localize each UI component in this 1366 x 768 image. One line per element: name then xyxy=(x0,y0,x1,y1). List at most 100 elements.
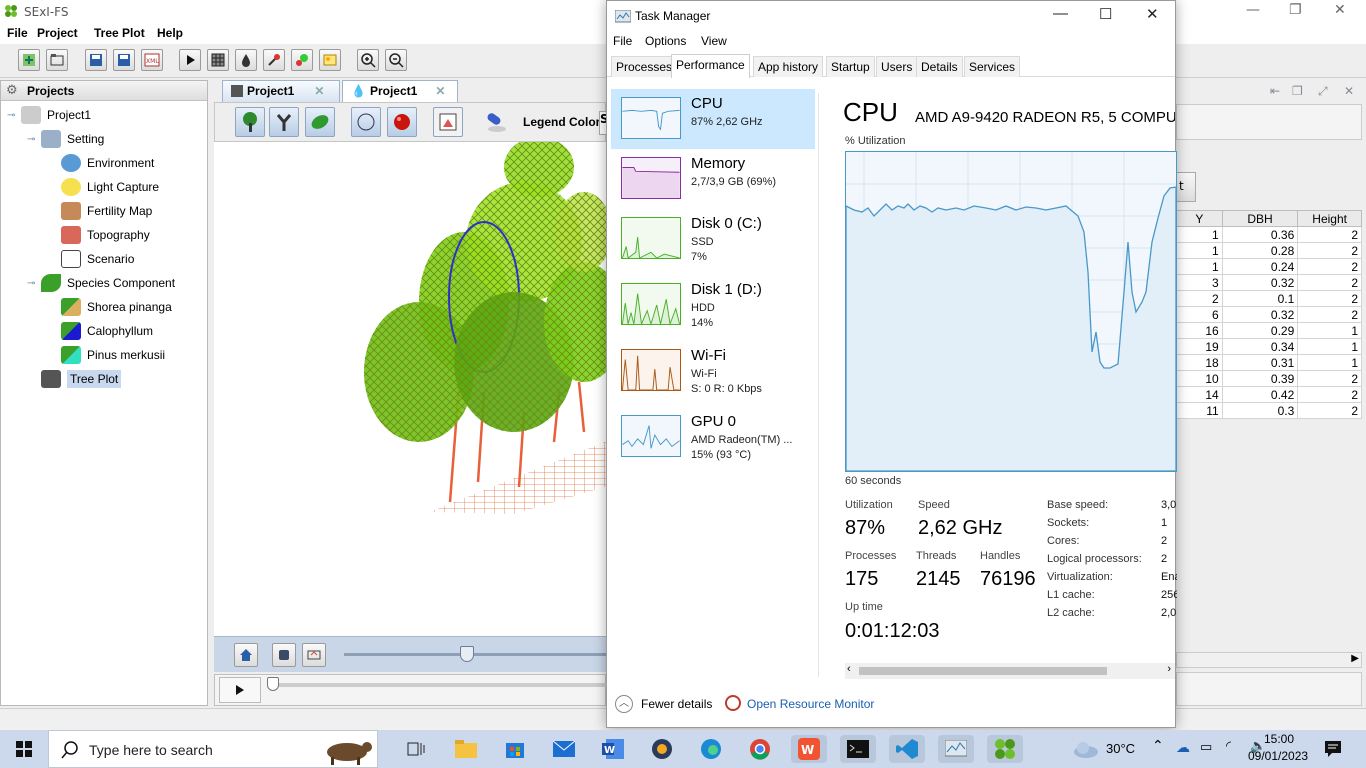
col-header-height[interactable]: Height xyxy=(1297,210,1362,227)
tree-item-light-capture[interactable]: Light Capture xyxy=(7,175,203,199)
leaf-view-icon[interactable] xyxy=(305,107,335,137)
tree-item-species-component[interactable]: ⊸ Species Component xyxy=(7,271,203,295)
paint-tool-icon[interactable] xyxy=(263,49,285,71)
tree-item-scenario[interactable]: Scenario xyxy=(7,247,203,271)
timeline-track[interactable] xyxy=(273,683,607,687)
col-header-dbh[interactable]: DBH xyxy=(1221,210,1299,227)
menu-project[interactable]: Project xyxy=(37,26,78,40)
zoom-in-icon[interactable] xyxy=(357,49,379,71)
tab-users[interactable]: Users xyxy=(876,56,918,77)
tm-menu-view[interactable]: View xyxy=(701,34,727,48)
menu-tree-plot[interactable]: Tree Plot xyxy=(94,26,145,40)
tree-item-topography[interactable]: Topography xyxy=(7,223,203,247)
onedrive-icon[interactable]: ☁ xyxy=(1176,740,1190,756)
branch-view-icon[interactable] xyxy=(269,107,299,137)
table-row[interactable]: 1 0.24 2 xyxy=(1176,258,1362,275)
tree-item-environment[interactable]: Environment xyxy=(7,151,203,175)
timeline-thumb[interactable] xyxy=(267,677,279,691)
chrome-icon[interactable] xyxy=(742,735,778,763)
tab-close-icon[interactable]: ✕ xyxy=(314,84,324,98)
tab-project1-grid[interactable]: Project1 ✕ xyxy=(222,80,340,102)
table-row[interactable]: 1 0.28 2 xyxy=(1176,242,1362,259)
taskbar-search[interactable]: Type here to search xyxy=(48,730,378,768)
grid-icon[interactable] xyxy=(207,49,229,71)
word-icon[interactable]: W xyxy=(595,735,631,763)
right-action-button[interactable]: t xyxy=(1176,172,1196,202)
tree-expander-icon[interactable]: ⊸ xyxy=(27,278,41,289)
tree-item-project[interactable]: ⊸ Project1 xyxy=(7,103,203,127)
tab-performance[interactable]: Performance xyxy=(671,54,750,78)
tab-processes[interactable]: Processes xyxy=(611,56,678,77)
clock-time[interactable]: 15:00 xyxy=(1264,732,1294,746)
perf-item-memory[interactable]: Memory 2,7/3,9 GB (69%) xyxy=(611,149,815,209)
scroll-thumb[interactable] xyxy=(859,667,1107,675)
tree-item-calophyllum[interactable]: Calophyllum xyxy=(7,319,203,343)
perf-item-disk1[interactable]: Disk 1 (D:) HDD 14% xyxy=(611,275,815,335)
zoom-slider-thumb[interactable] xyxy=(460,646,475,662)
panel-maximize-icon[interactable]: ⤢ xyxy=(1318,84,1328,99)
sexi-fs-taskbar-icon[interactable] xyxy=(987,735,1023,763)
terminal-icon[interactable] xyxy=(840,735,876,763)
file-explorer-icon[interactable] xyxy=(448,735,484,763)
3d-tree-view[interactable] xyxy=(214,142,606,636)
capsule-icon[interactable] xyxy=(481,111,509,135)
tm-menu-file[interactable]: File xyxy=(613,34,632,48)
home-icon[interactable] xyxy=(234,643,258,667)
notifications-icon[interactable] xyxy=(1324,740,1342,758)
start-button[interactable] xyxy=(0,730,48,768)
solid-sphere-icon[interactable] xyxy=(387,107,417,137)
table-row[interactable]: 19 0.34 1 xyxy=(1176,338,1362,355)
tree-expander-icon[interactable]: ⊸ xyxy=(27,134,41,145)
tab-app-history[interactable]: App history xyxy=(753,56,824,77)
table-row[interactable]: 1 0.36 2 xyxy=(1176,226,1362,243)
table-row[interactable]: 3 0.32 2 xyxy=(1176,274,1362,291)
mail-icon[interactable] xyxy=(546,735,582,763)
water-drop-icon[interactable] xyxy=(235,49,257,71)
export-xml-icon[interactable]: XML xyxy=(141,49,163,71)
tree-item-tree-plot[interactable]: Tree Plot xyxy=(7,367,203,391)
perf-item-wifi[interactable]: Wi-Fi Wi-Fi S: 0 R: 0 Kbps xyxy=(611,341,815,401)
tab-close-icon[interactable]: ✕ xyxy=(435,84,445,98)
chevron-up-icon[interactable]: ︿ xyxy=(615,695,633,713)
cloud-weather-icon[interactable] xyxy=(1072,740,1100,758)
microsoft-store-icon[interactable] xyxy=(497,735,533,763)
save-as-icon[interactable] xyxy=(113,49,135,71)
table-row[interactable]: 11 0.3 2 xyxy=(1176,402,1362,419)
species-tool-icon[interactable] xyxy=(291,49,313,71)
scroll-right-icon[interactable]: › xyxy=(1167,663,1171,675)
stop-icon[interactable] xyxy=(272,643,296,667)
table-row[interactable]: 18 0.31 1 xyxy=(1176,354,1362,371)
tree-expander-icon[interactable]: ⊸ xyxy=(7,110,21,121)
export-image-icon[interactable] xyxy=(433,107,463,137)
vscode-icon[interactable] xyxy=(889,735,925,763)
perf-item-cpu[interactable]: CPU 87% 2,62 GHz xyxy=(611,89,815,149)
task-manager-taskbar-icon[interactable] xyxy=(938,735,974,763)
scroll-left-icon[interactable]: ‹ xyxy=(847,663,851,675)
tm-close-icon[interactable]: ✕ xyxy=(1146,5,1159,23)
close-icon[interactable]: ✕ xyxy=(1334,2,1346,18)
panel-minimize-icon[interactable]: ⇤ xyxy=(1270,84,1280,98)
zoom-slider-track[interactable] xyxy=(344,653,606,656)
table-row[interactable]: 2 0.1 2 xyxy=(1176,290,1362,307)
tree-item-pinus[interactable]: Pinus merkusii xyxy=(7,343,203,367)
zoom-out-icon[interactable] xyxy=(385,49,407,71)
save-icon[interactable] xyxy=(85,49,107,71)
tree-item-fertility-map[interactable]: Fertility Map xyxy=(7,199,203,223)
run-icon[interactable] xyxy=(179,49,201,71)
new-project-icon[interactable] xyxy=(18,49,40,71)
tm-minimize-icon[interactable]: — xyxy=(1053,5,1068,22)
col-header-y[interactable]: Y xyxy=(1176,210,1223,227)
wireframe-sphere-icon[interactable] xyxy=(351,107,381,137)
perf-item-disk0[interactable]: Disk 0 (C:) SSD 7% xyxy=(611,209,815,269)
tab-startup[interactable]: Startup xyxy=(826,56,875,77)
table-row[interactable]: 10 0.39 2 xyxy=(1176,370,1362,387)
wps-office-icon[interactable]: W xyxy=(791,735,827,763)
chevron-up-icon[interactable]: ⌃ xyxy=(1152,738,1164,754)
battery-icon[interactable]: ▭ xyxy=(1200,740,1212,755)
tree-item-shorea[interactable]: Shorea pinanga xyxy=(7,295,203,319)
open-resource-monitor-link[interactable]: Open Resource Monitor xyxy=(747,697,874,711)
clock-date[interactable]: 09/01/2023 xyxy=(1248,749,1308,763)
minimize-icon[interactable]: — xyxy=(1246,2,1260,18)
tab-details[interactable]: Details xyxy=(916,56,963,77)
tm-hscroll[interactable]: ‹ › xyxy=(845,663,1175,679)
